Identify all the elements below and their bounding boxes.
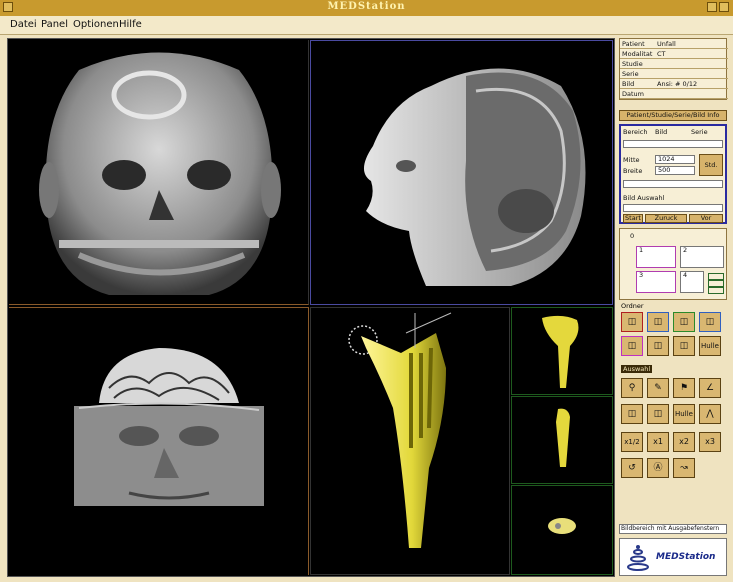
layout-cell-4[interactable]: 4 <box>680 271 704 293</box>
info-key: Studie <box>622 60 643 68</box>
magnify-icon[interactable]: ⚲ <box>621 378 643 398</box>
ordner-label: Ordner <box>621 302 644 310</box>
info-row-image: Bild Ansi: # 0/12 <box>620 79 728 89</box>
cube-cut-icon[interactable]: ◫ <box>647 404 669 424</box>
info-key: Patient <box>622 40 645 48</box>
folder-tool-6-icon[interactable]: ◫ <box>647 336 669 356</box>
layout-cell-3[interactable]: 3 <box>636 271 676 293</box>
mitte-label: Mitte <box>623 156 640 164</box>
auswahl-label: Auswahl <box>621 365 653 373</box>
maximize-button[interactable] <box>719 2 729 12</box>
layout-panel: 0 1 2 3 4 <box>619 228 727 300</box>
small-prosthesis-3-image <box>548 518 576 534</box>
zoom-2-button[interactable]: x2 <box>673 432 695 452</box>
zoom-1-button[interactable]: x1 <box>647 432 669 452</box>
info-value: Ansi: # 0/12 <box>657 80 698 88</box>
minimize-button[interactable] <box>707 2 717 12</box>
mitte-input[interactable]: 1024 <box>655 155 695 164</box>
patient-info-table: Patient Unfall Modalitat CT Studie Serie… <box>619 38 728 100</box>
info-row-series: Serie <box>620 69 728 79</box>
layout-cell-1[interactable]: 1 <box>636 246 676 268</box>
window-title: MEDStation <box>327 1 406 12</box>
info-row-study: Studie <box>620 59 728 69</box>
info-key: Modalitat <box>622 50 653 58</box>
logo-area: MEDStation <box>619 538 727 576</box>
menu-panel[interactable]: Panel <box>41 19 68 30</box>
zurueck-button[interactable]: Zuruck <box>645 214 687 223</box>
std-button[interactable]: Std. <box>699 154 723 176</box>
bereich-radio-serie[interactable]: Serie <box>691 128 708 136</box>
info-button[interactable]: Patient/Studie/Serie/Bild Info <box>619 110 727 121</box>
pencil-icon[interactable]: ✎ <box>647 378 669 398</box>
side-panel: Patient Unfall Modalitat CT Studie Serie… <box>619 38 729 578</box>
zoom-3-button[interactable]: x3 <box>699 432 721 452</box>
status-text: Bildbereich mit Ausgabefenstern <box>619 524 727 534</box>
window-level-panel: Bereich Bild Serie Mitte 1024 Breite 500… <box>619 124 727 224</box>
layout-option-icon[interactable] <box>708 287 724 294</box>
breite-label: Breite <box>623 167 643 175</box>
layout-label: 0 <box>630 232 635 240</box>
flag-icon[interactable]: ⚑ <box>673 378 695 398</box>
annotation-icon[interactable]: Ⓐ <box>647 458 669 478</box>
cube-icon[interactable]: ◫ <box>621 404 643 424</box>
huelle-button-2[interactable]: Hulle <box>673 404 695 424</box>
layout-option-icon[interactable] <box>708 280 724 287</box>
compass-icon[interactable]: ⋀ <box>699 404 721 424</box>
info-key: Datum <box>622 90 644 98</box>
bereich-radio-bild[interactable]: Bild <box>655 128 667 136</box>
viewport-small-1[interactable] <box>511 307 613 395</box>
folder-tool-1-icon[interactable]: ◫ <box>621 312 643 332</box>
bereich-label: Bereich <box>623 128 648 136</box>
folder-tool-3-icon[interactable]: ◫ <box>673 312 695 332</box>
menu-bar: Datei Panel Optionen Hilfe <box>0 16 733 35</box>
info-row-date: Datum <box>620 89 728 99</box>
head-profile-image <box>363 68 586 286</box>
pan-icon[interactable]: ↝ <box>673 458 695 478</box>
info-row-modality: Modalitat CT <box>620 49 728 59</box>
viewport-brain-face[interactable] <box>9 307 309 575</box>
layout-option-icon[interactable] <box>708 273 724 280</box>
bild-auswahl-slider[interactable] <box>623 204 723 212</box>
rotate-icon[interactable]: ↺ <box>621 458 643 478</box>
start-button[interactable]: Start <box>623 214 643 223</box>
viewport-head-profile[interactable] <box>310 40 613 305</box>
menu-hilfe[interactable]: Hilfe <box>119 19 142 30</box>
layout-cell-2[interactable]: 2 <box>680 246 724 268</box>
angle-icon[interactable]: ∠ <box>699 378 721 398</box>
info-value: CT <box>657 50 666 58</box>
menu-optionen[interactable]: Optionen <box>73 19 119 30</box>
window-slider[interactable] <box>623 180 723 188</box>
logo-text: MEDStation <box>656 552 716 562</box>
brain-face-image <box>74 348 264 506</box>
info-key: Bild <box>622 80 635 88</box>
folder-tool-2-icon[interactable]: ◫ <box>647 312 669 332</box>
bereich-slider[interactable] <box>623 140 723 148</box>
medstation-logo-icon <box>627 545 649 571</box>
skull-front-image <box>39 52 281 295</box>
bild-auswahl-label: Bild Auswahl <box>623 194 665 202</box>
breite-input[interactable]: 500 <box>655 166 695 175</box>
info-value: Unfall <box>657 40 676 48</box>
image-viewport-area <box>7 38 615 577</box>
vor-button[interactable]: Vor <box>689 214 723 223</box>
menu-datei[interactable]: Datei <box>10 19 37 30</box>
viewport-skull-front[interactable] <box>9 40 309 305</box>
viewport-prosthesis[interactable] <box>310 307 510 575</box>
viewport-small-2[interactable] <box>511 396 613 484</box>
prosthesis-image <box>348 312 452 548</box>
info-key: Serie <box>622 70 639 78</box>
folder-tool-7-icon[interactable]: ◫ <box>673 336 695 356</box>
huelle-button-1[interactable]: Hulle <box>699 336 721 356</box>
folder-tool-4-icon[interactable]: ◫ <box>699 312 721 332</box>
info-row-patient: Patient Unfall <box>620 39 728 49</box>
small-prosthesis-1-image <box>542 315 579 388</box>
folder-tool-5-icon[interactable]: ◫ <box>621 336 643 356</box>
title-bar: MEDStation <box>0 0 733 17</box>
viewport-small-3[interactable] <box>511 485 613 575</box>
small-prosthesis-2-image <box>556 408 570 467</box>
zoom-half-button[interactable]: x1/2 <box>621 432 643 452</box>
